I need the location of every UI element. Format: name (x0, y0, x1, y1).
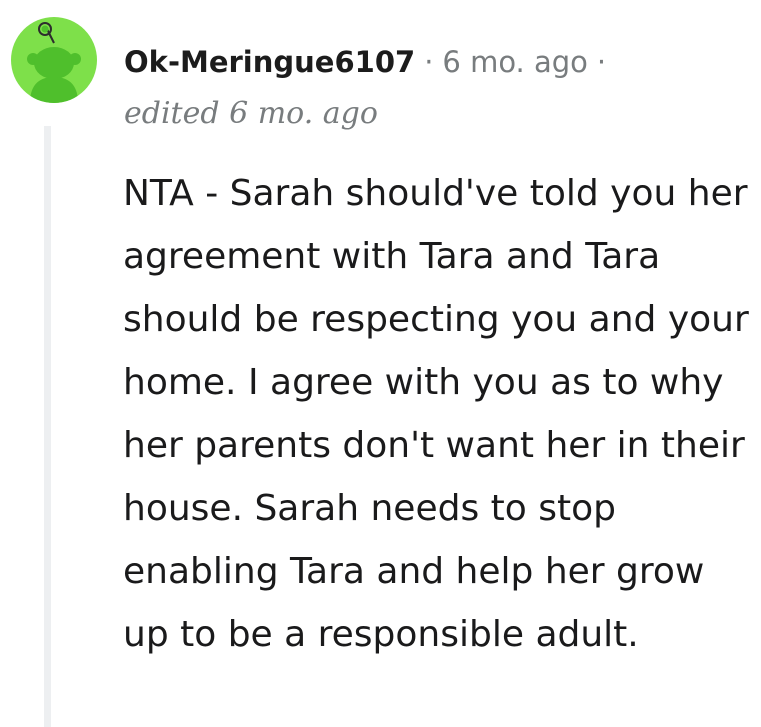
user-avatar[interactable] (11, 17, 97, 103)
comment-meta: Ok-Meringue6107 · 6 mo. ago · (124, 40, 606, 84)
thread-collapse-line[interactable] (44, 126, 51, 727)
separator-dot: · (424, 45, 434, 79)
separator-dot: · (596, 45, 607, 79)
comment: Ok-Meringue6107 · 6 mo. ago · edited 6 m… (0, 0, 761, 727)
snoo-avatar-icon (27, 22, 81, 103)
comment-timestamp[interactable]: 6 mo. ago (442, 45, 588, 79)
comment-body: NTA - Sarah should've told you her agree… (123, 173, 749, 655)
username-link[interactable]: Ok-Meringue6107 (124, 45, 415, 79)
edited-label: edited 6 mo. ago (124, 96, 378, 131)
